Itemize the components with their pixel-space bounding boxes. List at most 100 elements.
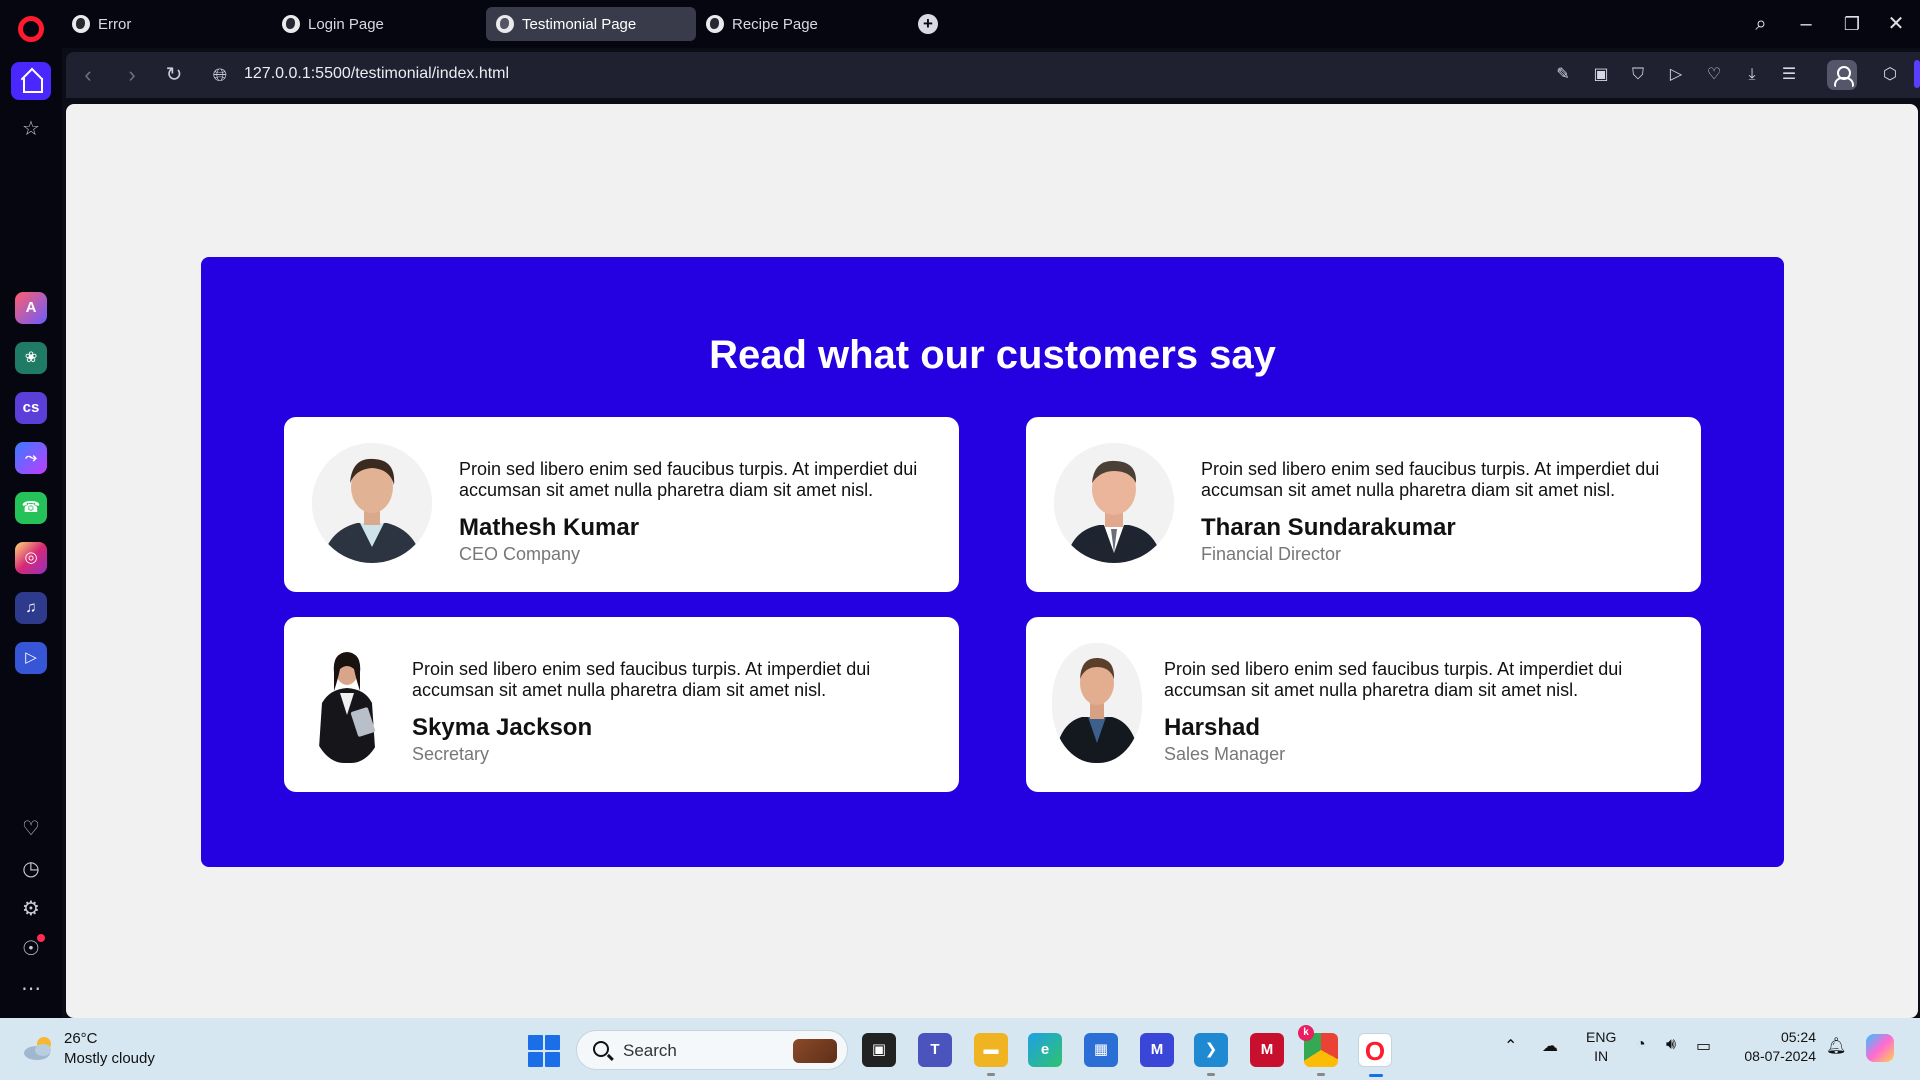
microsoft-store-icon[interactable]: ▦ bbox=[1084, 1033, 1118, 1067]
testimonial-name: Harshad bbox=[1164, 714, 1261, 741]
vscode-insiders-icon[interactable]: M bbox=[1140, 1033, 1174, 1067]
instagram-app-icon[interactable]: ◎ bbox=[15, 542, 47, 574]
vscode-icon[interactable]: ❯ bbox=[1194, 1033, 1228, 1076]
testimonial-quote: Proin sed libero enim sed faucibus turpi… bbox=[412, 659, 871, 700]
close-button[interactable]: ✕ bbox=[1882, 10, 1910, 38]
testimonial-name: Mathesh Kumar bbox=[459, 514, 640, 541]
site-info-globe-icon[interactable]: 🌐︎ bbox=[206, 61, 234, 89]
input-language[interactable]: ENG IN bbox=[1586, 1028, 1616, 1066]
testimonial-quote: Proin sed libero enim sed faucibus turpi… bbox=[1164, 659, 1623, 700]
edit-icon[interactable]: ✎ bbox=[1552, 64, 1574, 86]
testimonial-card: Proin sed libero enim sed faucibus turpi… bbox=[1026, 617, 1701, 792]
chrome-browser-icon[interactable]: k bbox=[1298, 1025, 1338, 1076]
settings-gear-icon[interactable]: ⚙ bbox=[16, 894, 46, 924]
extensions-cube-icon[interactable]: ⬡ bbox=[1879, 64, 1901, 86]
sidebar-toggle[interactable] bbox=[1914, 60, 1920, 88]
testimonial-quote: Proin sed libero enim sed faucibus turpi… bbox=[459, 459, 918, 500]
weather-temperature[interactable]: 26°C bbox=[64, 1030, 98, 1047]
aria-app-icon[interactable]: A bbox=[15, 292, 47, 324]
language-code: ENG bbox=[1586, 1029, 1617, 1045]
weather-cloudy-icon[interactable] bbox=[22, 1034, 56, 1062]
search-highlight-image bbox=[793, 1039, 837, 1063]
star-icon[interactable]: ☆ bbox=[16, 114, 46, 144]
opera-browser-icon[interactable]: O bbox=[1358, 1033, 1392, 1077]
testimonial-role: Secretary bbox=[412, 744, 490, 764]
globe-icon bbox=[496, 15, 514, 33]
teams-app-icon[interactable]: T bbox=[918, 1033, 952, 1067]
avatar bbox=[310, 643, 385, 763]
play-icon[interactable]: ▷ bbox=[1665, 64, 1687, 86]
testimonial-role: CEO Company bbox=[459, 544, 581, 564]
tab-recipe-page[interactable]: Recipe Page bbox=[696, 7, 906, 41]
tab-label: Recipe Page bbox=[732, 15, 818, 33]
testimonial-role: Sales Manager bbox=[1164, 744, 1286, 764]
onedrive-cloud-icon[interactable]: ☁ bbox=[1542, 1036, 1558, 1056]
show-hidden-icons-chevron-up-icon[interactable]: ⌃ bbox=[1504, 1036, 1517, 1056]
minimize-button[interactable]: – bbox=[1792, 10, 1820, 38]
file-explorer-icon[interactable]: ▬ bbox=[974, 1033, 1008, 1076]
mcafee-icon[interactable]: M bbox=[1250, 1033, 1284, 1067]
clock-date: 08-07-2024 bbox=[1744, 1048, 1816, 1064]
messenger-app-icon[interactable]: ⤳ bbox=[15, 442, 47, 474]
new-tab-button[interactable]: + bbox=[918, 14, 938, 34]
avatar bbox=[1054, 443, 1174, 563]
wifi-icon[interactable]: ◔ bbox=[1636, 1036, 1646, 1054]
testimonial-quote: Proin sed libero enim sed faucibus turpi… bbox=[1201, 459, 1660, 500]
tab-search-icon[interactable]: ⌕ bbox=[1747, 10, 1775, 38]
address-input[interactable]: 127.0.0.1:5500/testimonial/index.html bbox=[244, 65, 509, 83]
testimonial-card: Proin sed libero enim sed faucibus turpi… bbox=[1026, 417, 1701, 592]
reload-button[interactable]: ↻ bbox=[160, 61, 188, 89]
tab-label: Testimonial Page bbox=[522, 15, 637, 33]
music-app-icon[interactable]: ♫ bbox=[15, 592, 47, 624]
download-icon[interactable]: ⤓ bbox=[1741, 64, 1763, 86]
search-icon bbox=[593, 1041, 609, 1057]
cs-app-icon[interactable]: cs bbox=[15, 392, 47, 424]
history-clock-icon[interactable]: ◷ bbox=[16, 854, 46, 884]
restore-button[interactable]: ❐ bbox=[1838, 10, 1866, 38]
edge-browser-icon[interactable]: e bbox=[1028, 1033, 1062, 1067]
taskbar-search[interactable]: Search bbox=[576, 1030, 848, 1070]
copilot-icon[interactable] bbox=[1866, 1034, 1894, 1062]
weather-description[interactable]: Mostly cloudy bbox=[64, 1050, 155, 1067]
heart-icon[interactable]: ♡ bbox=[1703, 64, 1725, 86]
region-code: IN bbox=[1594, 1048, 1609, 1064]
tab-error[interactable]: Error bbox=[62, 7, 272, 41]
forward-button[interactable]: › bbox=[118, 61, 146, 89]
clock-time: 05:24 bbox=[1780, 1029, 1816, 1045]
player-app-icon[interactable]: ▷ bbox=[15, 642, 47, 674]
volume-icon[interactable]: 🔊︎ bbox=[1666, 1036, 1676, 1054]
page-viewport: Read what our customers say Proin sed li… bbox=[66, 104, 1918, 1018]
battery-icon[interactable]: ▭ bbox=[1696, 1036, 1711, 1056]
opera-logo-icon[interactable] bbox=[18, 16, 44, 42]
back-button[interactable]: ‹ bbox=[74, 61, 102, 89]
more-icon[interactable]: ⋯ bbox=[16, 974, 46, 1004]
testimonial-card: Proin sed libero enim sed faucibus turpi… bbox=[284, 417, 959, 592]
shield-icon[interactable]: ⛉ bbox=[1627, 64, 1649, 86]
globe-icon bbox=[72, 15, 90, 33]
system-clock[interactable]: 05:24 08-07-2024 bbox=[1736, 1028, 1816, 1066]
easy-setup-icon[interactable]: ☰ bbox=[1778, 64, 1800, 86]
testimonial-name: Skyma Jackson bbox=[412, 714, 593, 741]
avatar bbox=[1052, 643, 1142, 763]
tab-login-page[interactable]: Login Page bbox=[272, 7, 482, 41]
globe-icon bbox=[706, 15, 724, 33]
start-button[interactable] bbox=[528, 1035, 560, 1067]
whatsapp-app-icon[interactable]: ☎ bbox=[15, 492, 47, 524]
chatgpt-app-icon[interactable]: ❀ bbox=[15, 342, 47, 374]
tab-label: Error bbox=[98, 15, 132, 33]
heart-icon[interactable]: ♡ bbox=[16, 814, 46, 844]
section-title: Read what our customers say bbox=[709, 333, 1276, 377]
testimonial-name: Tharan Sundarakumar bbox=[1201, 514, 1456, 541]
profile-avatar-icon[interactable] bbox=[1827, 60, 1857, 90]
tab-testimonial-page[interactable]: Testimonial Page bbox=[486, 7, 696, 41]
chrome-profile-badge: k bbox=[1298, 1025, 1314, 1041]
tab-label: Login Page bbox=[308, 15, 384, 33]
camera-icon[interactable]: ▣ bbox=[1590, 64, 1612, 86]
globe-icon bbox=[282, 15, 300, 33]
search-label: Search bbox=[623, 1041, 677, 1060]
notification-bell-icon[interactable]: 🔔︎ bbox=[1826, 1036, 1846, 1056]
testimonial-card: Proin sed libero enim sed faucibus turpi… bbox=[284, 617, 959, 792]
browser-sidebar: ☆ A ❀ cs ⤳ ☎ ◎ ♫ ▷ ♡ ◷ ⚙ ☉ ⋯ bbox=[0, 48, 62, 1018]
home-icon[interactable] bbox=[11, 62, 51, 100]
task-view-icon[interactable]: ▣ bbox=[862, 1033, 896, 1067]
